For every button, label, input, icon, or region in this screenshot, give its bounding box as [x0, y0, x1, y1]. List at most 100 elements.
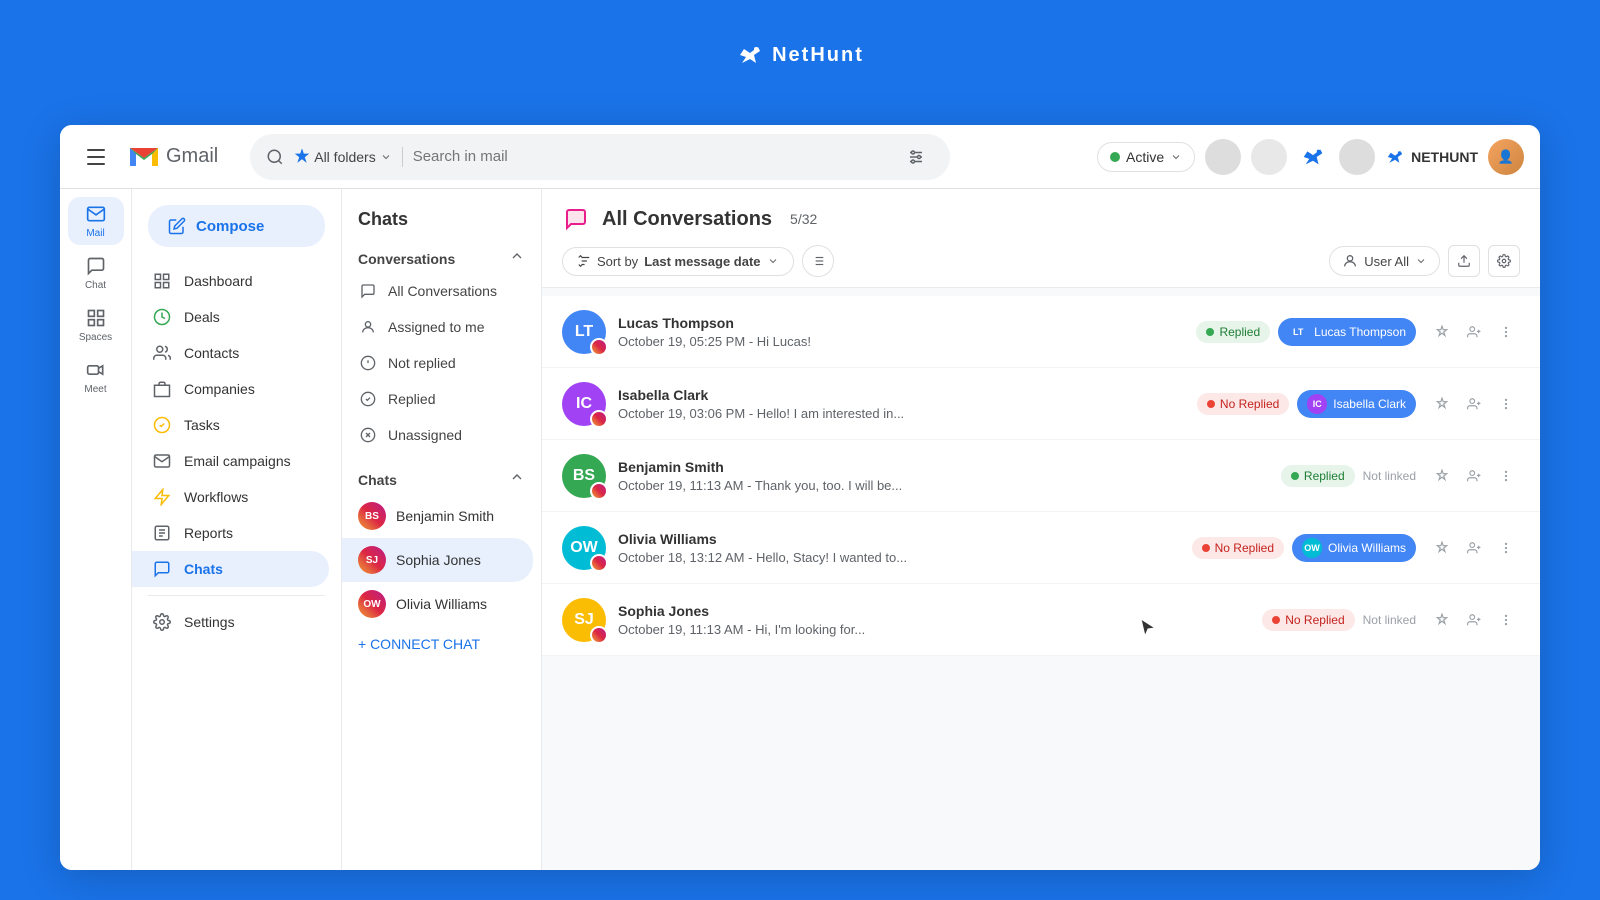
sidebar-item-meet[interactable]: Meet	[68, 353, 124, 401]
lucas-avatar-wrap: LT	[562, 310, 606, 354]
nav-item-settings[interactable]: Settings	[132, 604, 329, 640]
sidebar-mail-label: Mail	[86, 228, 104, 239]
dashboard-label: Dashboard	[184, 273, 253, 289]
nav-panel: Compose Dashboard Deals	[132, 189, 342, 870]
user-avatar-1[interactable]	[1205, 139, 1241, 175]
benjamin-pin-button[interactable]	[1428, 462, 1456, 490]
isabella-status-label: No Replied	[1220, 397, 1279, 411]
nav-item-tasks[interactable]: Tasks	[132, 407, 329, 443]
lucas-assign-button[interactable]	[1460, 318, 1488, 346]
search-input[interactable]	[413, 148, 889, 165]
sophia-label: Sophia Jones	[396, 552, 481, 568]
olivia-status-badge: No Replied	[1192, 537, 1284, 559]
sidebar-item-mail[interactable]: Mail	[68, 197, 124, 245]
nav-item-reports[interactable]: Reports	[132, 515, 329, 551]
chat-user-olivia[interactable]: OW Olivia Williams	[342, 582, 541, 626]
conv-row-isabella[interactable]: IC Isabella Clark October 19, 03:06 PM -…	[542, 368, 1540, 440]
user-filter-chevron-icon	[1415, 255, 1427, 267]
hamburger-button[interactable]	[76, 137, 116, 177]
user-avatar-2[interactable]	[1251, 139, 1287, 175]
benjamin-status-area: Replied Not linked	[1281, 465, 1416, 487]
nethunt-brand-label: NETHUNT	[1411, 149, 1478, 165]
isabella-assign-button[interactable]	[1460, 390, 1488, 418]
conv-toolbar: Sort by Last message date	[562, 245, 1520, 277]
benjamin-more-button[interactable]	[1492, 462, 1520, 490]
compose-button[interactable]: Compose	[148, 205, 325, 247]
olivia-assign-button[interactable]	[1460, 534, 1488, 562]
chat-user-benjamin[interactable]: BS Benjamin Smith	[342, 494, 541, 538]
more-icon	[1499, 397, 1513, 411]
conv-filter-unassigned-label: Unassigned	[388, 427, 462, 443]
user-filter-button[interactable]: User All	[1329, 246, 1440, 276]
sort-button[interactable]: Sort by Last message date	[562, 247, 794, 276]
companies-label: Companies	[184, 381, 255, 397]
chats-panel-title: Chats	[342, 189, 541, 240]
lucas-pin-button[interactable]	[1428, 318, 1456, 346]
isabella-linked-avatar: IC	[1307, 394, 1327, 414]
conv-row-lucas[interactable]: LT Lucas Thompson October 19, 05:25 PM -…	[542, 296, 1540, 368]
conversations-collapse-button[interactable]	[509, 248, 525, 269]
filter-options-button[interactable]	[898, 139, 934, 175]
sophia-more-button[interactable]	[1492, 606, 1520, 634]
nav-item-dashboard[interactable]: Dashboard	[132, 263, 329, 299]
sophia-pin-button[interactable]	[1428, 606, 1456, 634]
sidebar-item-spaces[interactable]: Spaces	[68, 301, 124, 349]
chats-label: Chats	[184, 561, 223, 577]
conv-filter-all[interactable]: All Conversations	[342, 273, 533, 309]
conv-filter-assigned-label: Assigned to me	[388, 319, 485, 335]
pencil-icon	[168, 217, 186, 235]
folder-label: All folders	[314, 149, 375, 165]
tasks-icon	[152, 415, 172, 435]
nav-item-companies[interactable]: Companies	[132, 371, 329, 407]
olivia-more-button[interactable]	[1492, 534, 1520, 562]
conv-row-benjamin[interactable]: BS Benjamin Smith October 19, 11:13 AM -…	[542, 440, 1540, 512]
nav-item-chats[interactable]: Chats	[132, 551, 329, 587]
conv-filter-unassigned[interactable]: Unassigned	[342, 417, 533, 453]
sophia-instagram-badge	[590, 626, 608, 644]
nethunt-brand-button[interactable]: NETHUNT	[1385, 147, 1478, 167]
export-icon	[1457, 254, 1471, 268]
hamburger-icon	[87, 149, 105, 165]
reports-label: Reports	[184, 525, 233, 541]
isabella-linked-name: Isabella Clark	[1333, 397, 1406, 411]
isabella-pin-button[interactable]	[1428, 390, 1456, 418]
sidebar-item-chat[interactable]: Chat	[68, 249, 124, 297]
compose-label: Compose	[196, 218, 264, 235]
user-filter-label: User All	[1364, 254, 1409, 269]
settings-conv-button[interactable]	[1488, 245, 1520, 277]
assign-icon	[1467, 613, 1481, 627]
profile-avatar[interactable]: 👤	[1488, 139, 1524, 175]
search-icon	[266, 148, 284, 166]
nav-item-workflows[interactable]: Workflows	[132, 479, 329, 515]
olivia-linked-badge: OW Olivia Williams	[1292, 534, 1416, 562]
active-status-button[interactable]: Active	[1097, 142, 1195, 172]
nav-item-deals[interactable]: Deals	[132, 299, 329, 335]
user-avatar-3[interactable]	[1339, 139, 1375, 175]
nav-item-contacts[interactable]: Contacts	[132, 335, 329, 371]
sophia-assign-button[interactable]	[1460, 606, 1488, 634]
sort-order-button[interactable]	[802, 245, 834, 277]
olivia-pin-button[interactable]	[1428, 534, 1456, 562]
conversations-title: All Conversations	[602, 208, 772, 231]
chat-user-sophia[interactable]: SJ Sophia Jones	[342, 538, 533, 582]
conv-row-olivia[interactable]: OW Olivia Williams October 18, 13:12 AM …	[542, 512, 1540, 584]
nav-item-email-campaigns[interactable]: Email campaigns	[132, 443, 329, 479]
conv-filter-assigned[interactable]: Assigned to me	[342, 309, 533, 345]
sophia-status-label: No Replied	[1285, 613, 1344, 627]
conv-filter-not-replied[interactable]: Not replied	[342, 345, 533, 381]
chevron-up-icon	[509, 469, 525, 485]
chats-collapse-button[interactable]	[509, 469, 525, 490]
sophia-status-dot	[1272, 616, 1280, 624]
connect-chat-button[interactable]: + CONNECT CHAT	[342, 626, 541, 662]
export-button[interactable]	[1448, 245, 1480, 277]
folder-filter-button[interactable]: All folders	[294, 149, 391, 165]
isabella-more-button[interactable]	[1492, 390, 1520, 418]
lucas-more-button[interactable]	[1492, 318, 1520, 346]
gmail-brand: Gmail	[128, 145, 218, 169]
conv-filter-replied[interactable]: Replied	[342, 381, 533, 417]
conversations-title-icon	[562, 205, 590, 233]
conv-row-sophia[interactable]: SJ Sophia Jones October 19, 11:13 AM - H…	[542, 584, 1540, 656]
lucas-linked-avatar: LT	[1288, 322, 1308, 342]
benjamin-assign-button[interactable]	[1460, 462, 1488, 490]
sophia-actions	[1428, 606, 1520, 634]
